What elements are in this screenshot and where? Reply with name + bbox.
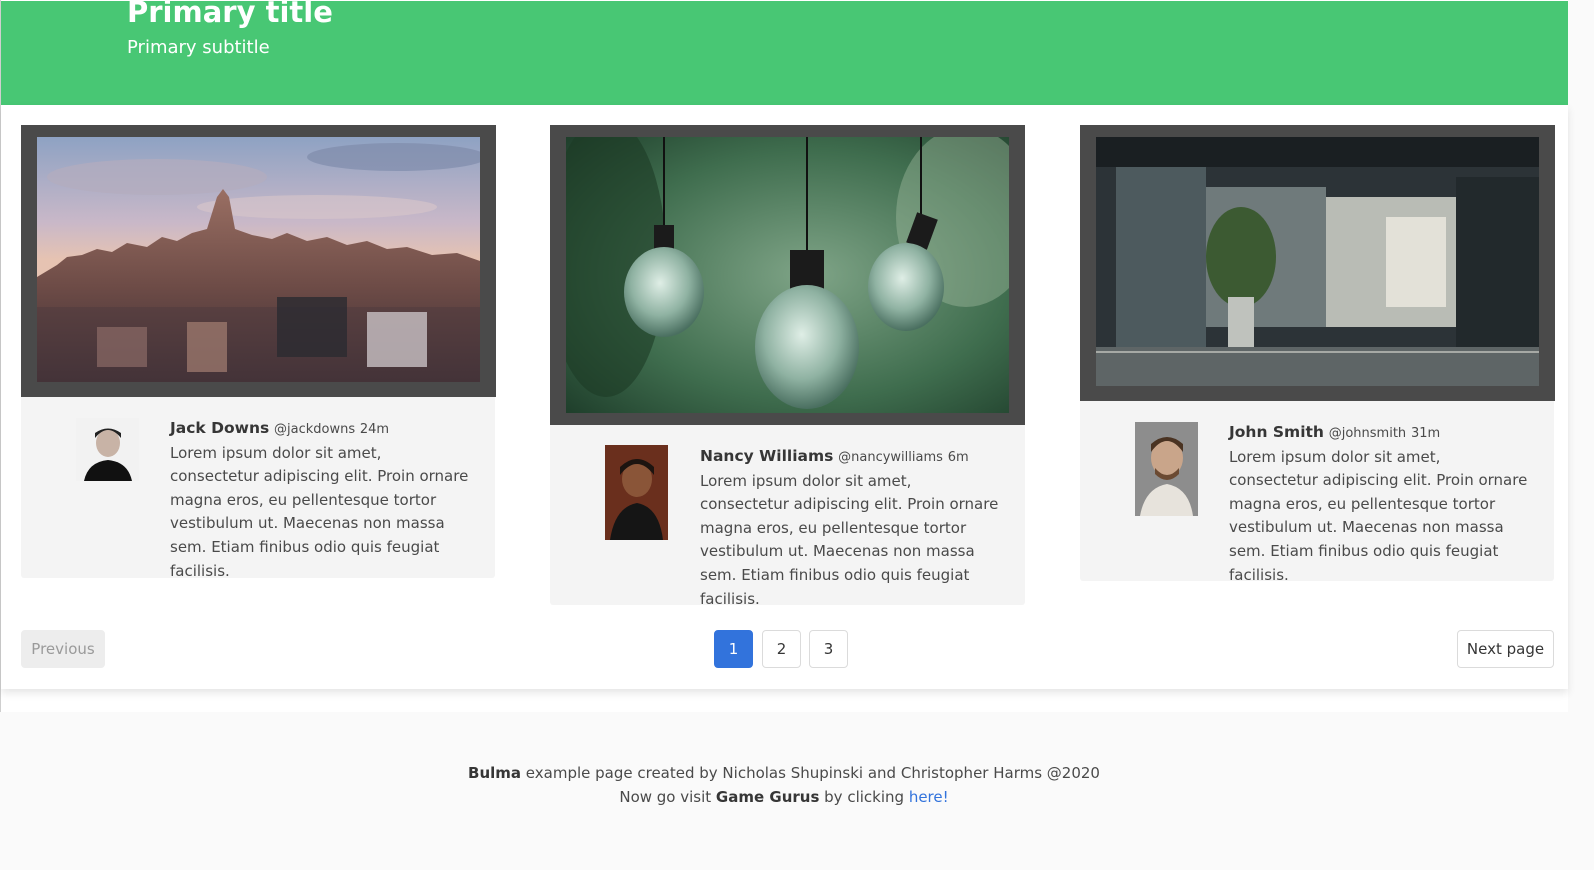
avatar bbox=[605, 445, 668, 540]
author-name: Jack Downs bbox=[170, 419, 270, 437]
author-name: Nancy Williams bbox=[700, 447, 834, 465]
hero-subtitle: Primary subtitle bbox=[127, 37, 270, 58]
city-skyline-photo bbox=[37, 137, 480, 382]
avatar bbox=[76, 418, 139, 481]
card: Jack Downs @jackdowns 24m Lorem ipsum do… bbox=[21, 125, 496, 580]
card-body-text: Lorem ipsum dolor sit amet, consectetur … bbox=[1229, 447, 1528, 584]
footer-visit-text: Now go visit bbox=[619, 788, 716, 806]
author-line: Nancy Williams @nancywilliams 6m bbox=[700, 445, 1005, 470]
page-3-button[interactable]: 3 bbox=[809, 630, 848, 668]
card-body-text: Lorem ipsum dolor sit amet, consectetur … bbox=[700, 471, 999, 608]
footer-clicking-text: by clicking bbox=[819, 788, 909, 806]
hero-banner: Primary title Primary subtitle bbox=[1, 0, 1568, 105]
avatar bbox=[1135, 422, 1198, 516]
author-handle: @johnsmith bbox=[1328, 426, 1407, 441]
footer-text: Bulma example page created by Nicholas S… bbox=[0, 761, 1568, 809]
hero-title: Primary title bbox=[127, 0, 333, 29]
next-page-button[interactable]: Next page bbox=[1457, 630, 1554, 668]
card-image-frame bbox=[1080, 125, 1555, 401]
author-handle: @nancywilliams bbox=[838, 450, 943, 465]
author-line: Jack Downs @jackdowns 24m bbox=[170, 417, 475, 442]
author-name: John Smith bbox=[1229, 423, 1324, 441]
author-handle: @jackdowns bbox=[274, 422, 356, 437]
footer-line-2: Now go visit Game Gurus by clicking here… bbox=[0, 785, 1568, 809]
author-line: John Smith @johnsmith 31m bbox=[1229, 421, 1534, 446]
card-body-text: Lorem ipsum dolor sit amet, consectetur … bbox=[170, 443, 469, 580]
post-time: 24m bbox=[359, 422, 390, 437]
media-content: John Smith @johnsmith 31m Lorem ipsum do… bbox=[1229, 421, 1534, 587]
footer: Bulma example page created by Nicholas S… bbox=[0, 712, 1568, 856]
media-content: Jack Downs @jackdowns 24m Lorem ipsum do… bbox=[170, 417, 475, 583]
previous-button[interactable]: Previous bbox=[21, 630, 105, 668]
card: John Smith @johnsmith 31m Lorem ipsum do… bbox=[1080, 125, 1555, 584]
footer-game-gurus: Game Gurus bbox=[715, 788, 820, 806]
hanging-lightbulbs-photo bbox=[566, 137, 1009, 413]
card-image-frame bbox=[21, 125, 496, 397]
card: Nancy Williams @nancywilliams 6m Lorem i… bbox=[550, 125, 1025, 608]
footer-credit: example page created by Nicholas Shupins… bbox=[521, 764, 1100, 782]
page-1-button[interactable]: 1 bbox=[714, 630, 753, 668]
modern-interior-photo bbox=[1096, 137, 1539, 386]
footer-line-1: Bulma example page created by Nicholas S… bbox=[0, 761, 1568, 785]
page: Primary title Primary subtitle Jack Down… bbox=[0, 0, 1568, 856]
footer-brand: Bulma bbox=[468, 764, 522, 782]
media-content: Nancy Williams @nancywilliams 6m Lorem i… bbox=[700, 445, 1005, 611]
footer-here-link[interactable]: here! bbox=[909, 788, 949, 806]
card-image-frame bbox=[550, 125, 1025, 425]
page-2-button[interactable]: 2 bbox=[762, 630, 801, 668]
post-time: 31m bbox=[1410, 426, 1441, 441]
post-time: 6m bbox=[947, 450, 969, 465]
